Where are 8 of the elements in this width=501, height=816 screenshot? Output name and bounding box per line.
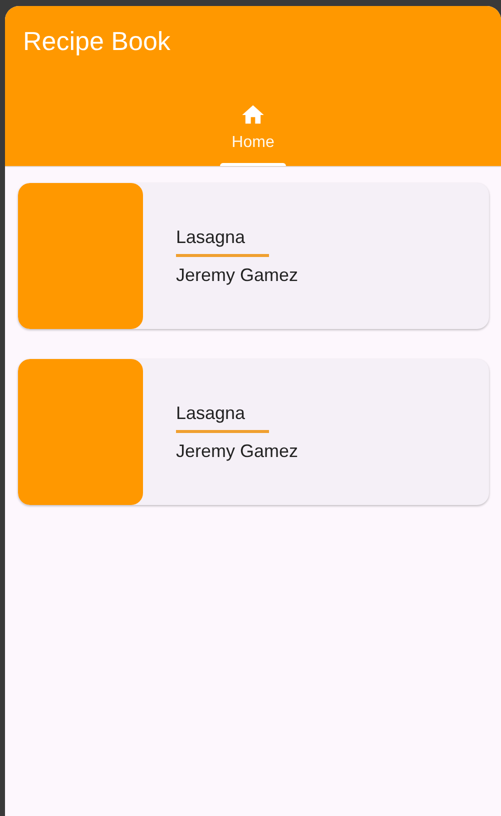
recipe-name: Lasagna <box>176 226 246 248</box>
tab-indicator <box>220 163 286 166</box>
recipe-author: Jeremy Gamez <box>176 264 298 286</box>
recipe-card[interactable]: Lasagna Jeremy Gamez <box>18 359 489 505</box>
recipe-author: Jeremy Gamez <box>176 440 298 462</box>
app-title: Recipe Book <box>22 26 170 56</box>
recipe-card[interactable]: Lasagna Jeremy Gamez <box>18 183 489 329</box>
recipe-name: Lasagna <box>176 402 246 424</box>
